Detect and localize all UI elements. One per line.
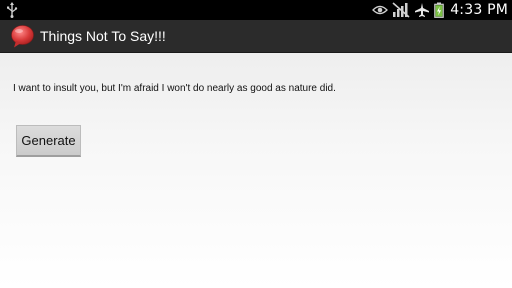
usb-icon — [7, 2, 18, 18]
airplane-icon — [415, 3, 430, 17]
main-content: I want to insult you, but I'm afraid I w… — [0, 53, 512, 288]
no-signal-icon — [392, 2, 410, 18]
status-icons: 4:33 PM — [372, 0, 508, 20]
app-title: Things Not To Say!!! — [40, 28, 166, 44]
insult-text: I want to insult you, but I'm afraid I w… — [13, 83, 336, 94]
eye-icon — [372, 5, 389, 15]
battery-charging-icon — [434, 2, 444, 18]
speech-bubble-icon[interactable] — [10, 24, 35, 49]
status-time: 4:33 PM — [450, 2, 508, 18]
status-bar: 4:33 PM — [0, 0, 512, 20]
action-bar: Things Not To Say!!! — [0, 20, 512, 53]
generate-button[interactable]: Generate — [16, 125, 81, 157]
